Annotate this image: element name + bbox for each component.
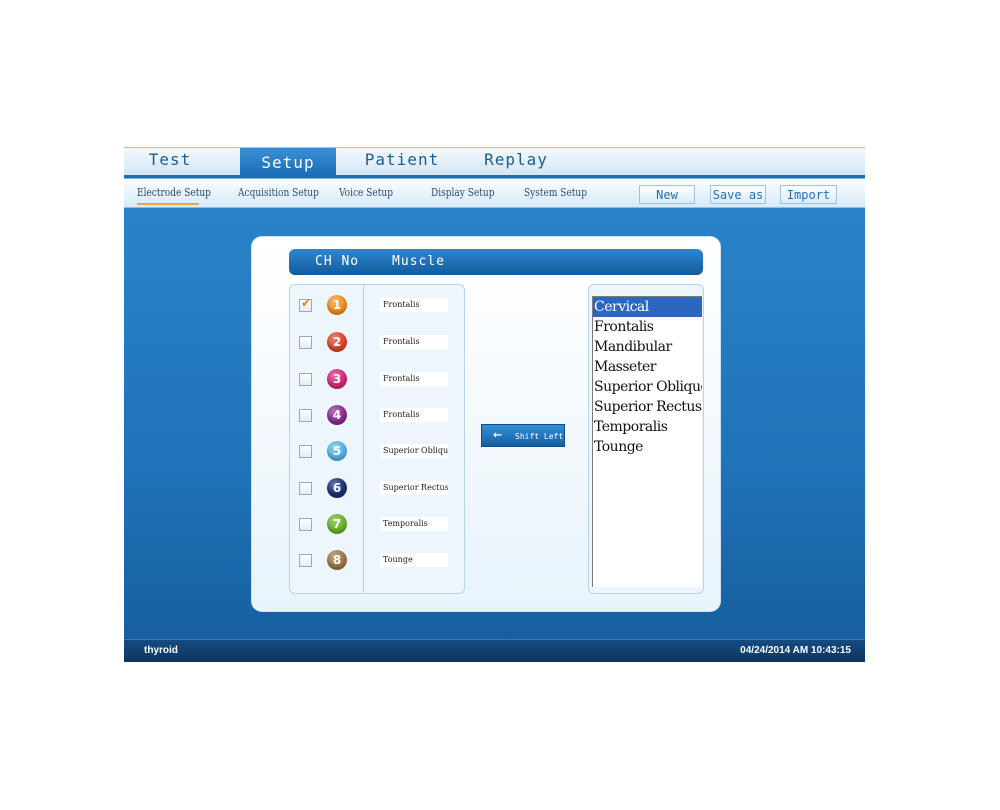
channel-muscle-field[interactable]: Frontalis bbox=[380, 298, 448, 312]
column-header: CH No Muscle bbox=[289, 249, 703, 275]
channel-checkbox[interactable] bbox=[299, 554, 312, 567]
channel-muscle-field[interactable]: Frontalis bbox=[380, 408, 448, 422]
channel-number-badge: 8 bbox=[327, 550, 347, 570]
status-patient-label: thyroid bbox=[144, 645, 178, 656]
main-tab-bar: Test Setup Patient Replay bbox=[124, 147, 865, 176]
subtab-voice-setup[interactable]: Voice Setup bbox=[339, 186, 393, 199]
shift-left-button[interactable]: ← Shift Left bbox=[481, 424, 565, 447]
tab-replay[interactable]: Replay bbox=[472, 148, 560, 176]
channel-number-badge: 3 bbox=[327, 369, 347, 389]
muscle-list-item[interactable]: Cervical bbox=[593, 297, 702, 317]
channel-number-badge: 7 bbox=[327, 514, 347, 534]
channel-checkbox[interactable] bbox=[299, 336, 312, 349]
channel-row: 8 Tounge bbox=[290, 546, 464, 576]
save-as-button[interactable]: Save as bbox=[710, 185, 766, 204]
channel-row: 7 Temporalis bbox=[290, 510, 464, 540]
channel-muscle-field[interactable]: Frontalis bbox=[380, 372, 448, 386]
muscle-listbox[interactable]: Cervical Frontalis Mandibular Masseter Super… bbox=[592, 296, 702, 587]
channel-muscle-field[interactable]: Tounge bbox=[380, 553, 448, 567]
channel-row: 3 Frontalis bbox=[290, 365, 464, 395]
arrow-left-icon: ← bbox=[493, 425, 503, 443]
import-button[interactable]: Import bbox=[780, 185, 837, 204]
new-button[interactable]: New bbox=[639, 185, 695, 204]
channel-checkbox[interactable]: ✔ bbox=[299, 296, 312, 312]
channel-muscle-field[interactable]: Superior Rectus bbox=[380, 481, 448, 495]
channel-checkbox[interactable] bbox=[299, 445, 312, 458]
subtab-electrode-setup[interactable]: Electrode Setup bbox=[137, 186, 211, 199]
muscle-list-item[interactable]: Tounge bbox=[593, 437, 702, 457]
muscle-list-item[interactable]: Mandibular bbox=[593, 337, 702, 357]
subtab-system-setup[interactable]: System Setup bbox=[524, 186, 587, 199]
channel-checkbox[interactable] bbox=[299, 373, 312, 386]
tab-setup[interactable]: Setup bbox=[240, 148, 336, 176]
muscle-list-item[interactable]: Masseter bbox=[593, 357, 702, 377]
status-datetime: 04/24/2014 AM 10:43:15 bbox=[740, 645, 851, 656]
subtab-display-setup[interactable]: Display Setup bbox=[431, 186, 494, 199]
channel-row: 6 Superior Rectus bbox=[290, 474, 464, 504]
channel-checkbox[interactable] bbox=[299, 482, 312, 495]
subtab-acquisition-setup[interactable]: Acquisition Setup bbox=[238, 186, 319, 199]
channel-muscle-field[interactable]: Superior Oblique bbox=[380, 444, 448, 458]
muscle-list-item[interactable]: Superior Oblique bbox=[593, 377, 702, 397]
checkmark-icon: ✔ bbox=[301, 296, 312, 310]
channel-row: 5 Superior Oblique bbox=[290, 437, 464, 467]
app-window: Test Setup Patient Replay Electrode Setu… bbox=[124, 147, 865, 662]
muscle-list-item[interactable]: Temporalis bbox=[593, 417, 702, 437]
active-subtab-underline bbox=[137, 203, 199, 205]
channel-row: ✔ 1 Frontalis bbox=[290, 291, 464, 321]
muscle-header: Muscle bbox=[392, 254, 445, 269]
channel-muscle-field[interactable]: Temporalis bbox=[380, 517, 448, 531]
channel-checkbox[interactable] bbox=[299, 409, 312, 422]
tab-test[interactable]: Test bbox=[124, 148, 216, 176]
channel-row: 4 Frontalis bbox=[290, 401, 464, 431]
muscle-list-panel: Cervical Frontalis Mandibular Masseter Super… bbox=[588, 284, 704, 594]
channel-number-badge: 1 bbox=[327, 295, 347, 315]
channel-row: 2 Frontalis bbox=[290, 328, 464, 358]
channel-number-badge: 6 bbox=[327, 478, 347, 498]
muscle-list-item[interactable]: Frontalis bbox=[593, 317, 702, 337]
electrode-setup-card: CH No Muscle ✔ 1 Frontalis 2 Frontalis 3 Front… bbox=[252, 237, 720, 611]
channel-list: ✔ 1 Frontalis 2 Frontalis 3 Frontalis 4 Frontali… bbox=[289, 284, 465, 594]
shift-left-label: Shift Left bbox=[515, 432, 564, 441]
status-bar: thyroid 04/24/2014 AM 10:43:15 bbox=[124, 639, 865, 662]
channel-number-badge: 4 bbox=[327, 405, 347, 425]
muscle-list-item[interactable]: Superior Rectus bbox=[593, 397, 702, 417]
ch-no-header: CH No bbox=[315, 254, 360, 269]
channel-muscle-field[interactable]: Frontalis bbox=[380, 335, 448, 349]
sub-tab-bar: Electrode Setup Acquisition Setup Voice … bbox=[124, 178, 865, 208]
channel-number-badge: 5 bbox=[327, 441, 347, 461]
channel-number-badge: 2 bbox=[327, 332, 347, 352]
channel-checkbox[interactable] bbox=[299, 518, 312, 531]
tab-patient[interactable]: Patient bbox=[356, 148, 448, 176]
